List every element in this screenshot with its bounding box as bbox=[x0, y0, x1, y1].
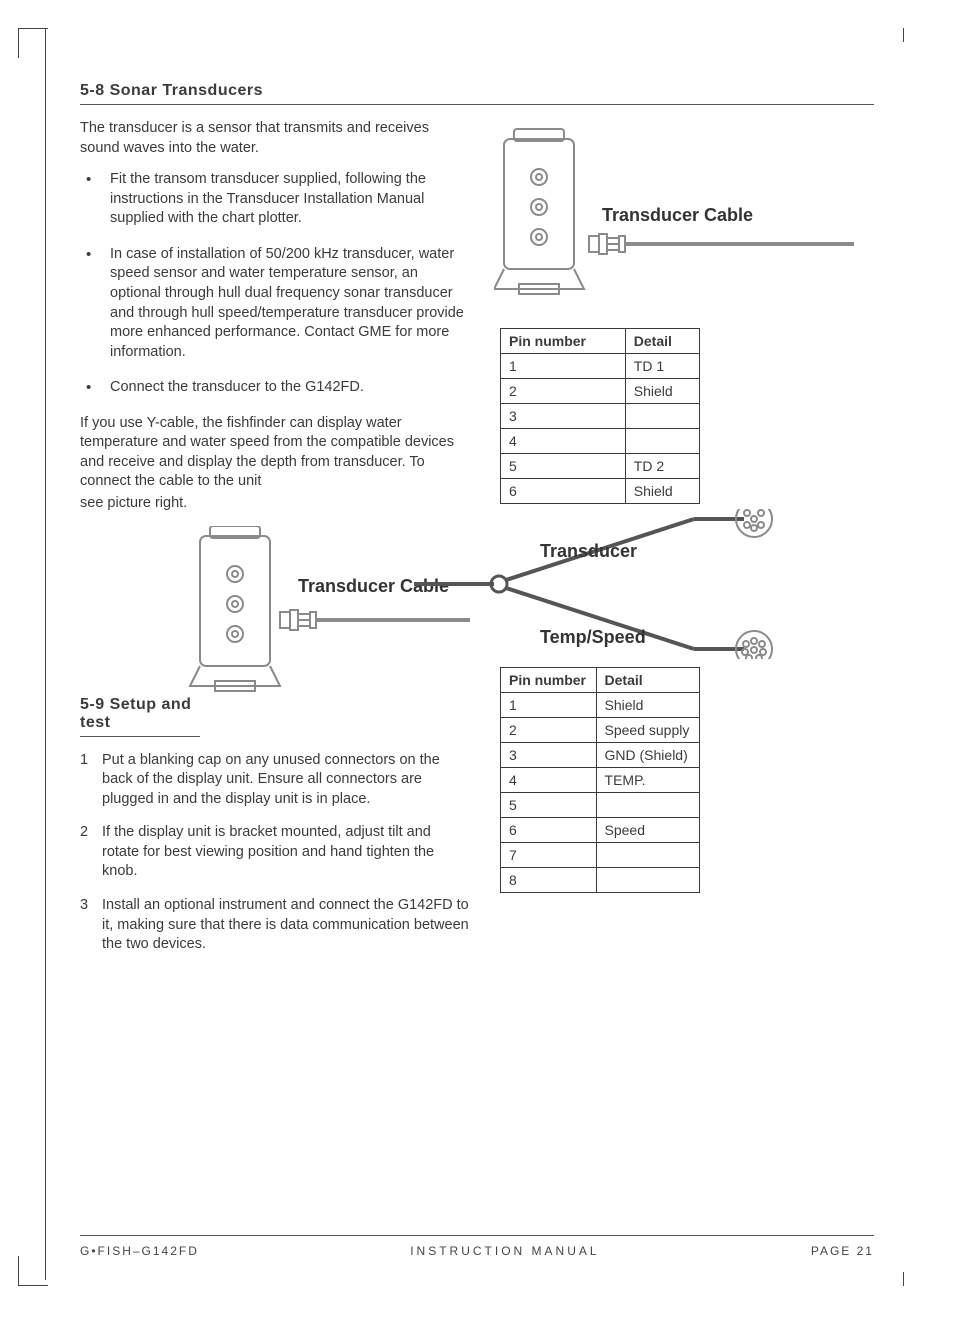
table-cell: 6 bbox=[501, 818, 597, 843]
table-cell: 1 bbox=[501, 354, 626, 379]
step-item: Put a blanking cap on any unused connect… bbox=[80, 751, 470, 810]
table-row: 7 bbox=[501, 843, 700, 868]
table-row: 4TEMP. bbox=[501, 768, 700, 793]
table-row: 2Shield bbox=[501, 379, 700, 404]
crop-mark bbox=[18, 1256, 48, 1286]
table-header: Detail bbox=[625, 329, 699, 354]
crop-mark bbox=[18, 28, 48, 58]
table-cell: TD 2 bbox=[625, 454, 699, 479]
footer-left: G•FISH–G142FD bbox=[80, 1244, 199, 1258]
bullet-item: In case of installation of 50/200 kHz tr… bbox=[100, 245, 470, 362]
table-row: 5TD 2 bbox=[501, 454, 700, 479]
section-5-8-title: 5-8 Sonar Transducers bbox=[80, 82, 874, 105]
table-header: Detail bbox=[596, 668, 699, 693]
table-cell: TD 1 bbox=[625, 354, 699, 379]
table-cell: 4 bbox=[501, 429, 626, 454]
table-header: Pin number bbox=[501, 329, 626, 354]
footer-right: PAGE 21 bbox=[811, 1244, 874, 1258]
step-item: If the display unit is bracket mounted, … bbox=[80, 823, 470, 882]
table-header: Pin number bbox=[501, 668, 597, 693]
table-cell: 1 bbox=[501, 693, 597, 718]
table-cell: TEMP. bbox=[596, 768, 699, 793]
transducer-cable-label-2: Transducer Cable bbox=[602, 205, 753, 226]
table-cell: 2 bbox=[501, 718, 597, 743]
table-cell: 4 bbox=[501, 768, 597, 793]
table-cell: Shield bbox=[625, 479, 699, 504]
transducer-pin-table: Pin number Detail 1TD 12Shield345TD 26Sh… bbox=[500, 328, 700, 504]
table-cell bbox=[596, 868, 699, 893]
table-row: 6Speed bbox=[501, 818, 700, 843]
step-item: Install an optional instrument and conne… bbox=[80, 896, 470, 955]
table-cell: Shield bbox=[625, 379, 699, 404]
table-cell: GND (Shield) bbox=[596, 743, 699, 768]
table-cell: 7 bbox=[501, 843, 597, 868]
table-row: 8 bbox=[501, 868, 700, 893]
table-row: 2Speed supply bbox=[501, 718, 700, 743]
bullet-list: Fit the transom transducer supplied, fol… bbox=[80, 170, 470, 398]
table-cell: Speed bbox=[596, 818, 699, 843]
table-cell: 3 bbox=[501, 743, 597, 768]
table-row: 6Shield bbox=[501, 479, 700, 504]
table-cell: 5 bbox=[501, 793, 597, 818]
temp-speed-label: Temp/Speed bbox=[540, 627, 646, 648]
table-cell: 5 bbox=[501, 454, 626, 479]
page-footer: G•FISH–G142FD INSTRUCTION MANUAL PAGE 21 bbox=[80, 1235, 874, 1258]
crop-mark bbox=[903, 1272, 904, 1286]
table-cell: Speed supply bbox=[596, 718, 699, 743]
paragraph: see picture right. bbox=[80, 494, 470, 514]
bullet-item: Connect the transducer to the G142FD. bbox=[100, 378, 470, 398]
crop-mark bbox=[903, 28, 904, 42]
table-cell: 2 bbox=[501, 379, 626, 404]
table-row: 4 bbox=[501, 429, 700, 454]
paragraph: If you use Y-cable, the fishfinder can d… bbox=[80, 414, 470, 492]
table-row: 1Shield bbox=[501, 693, 700, 718]
steps-list: Put a blanking cap on any unused connect… bbox=[80, 751, 470, 955]
table-row: 3GND (Shield) bbox=[501, 743, 700, 768]
bullet-item: Fit the transom transducer supplied, fol… bbox=[100, 170, 470, 229]
table-cell: Shield bbox=[596, 693, 699, 718]
table-row: 3 bbox=[501, 404, 700, 429]
footer-mid: INSTRUCTION MANUAL bbox=[410, 1244, 599, 1258]
crop-mark bbox=[45, 28, 46, 1280]
tempspeed-pin-table: Pin number Detail 1Shield2Speed supply3G… bbox=[500, 667, 700, 893]
table-cell: 3 bbox=[501, 404, 626, 429]
transducer-label: Transducer bbox=[540, 541, 637, 562]
table-row: 5 bbox=[501, 793, 700, 818]
device-diagram-left bbox=[80, 526, 470, 706]
table-cell: 8 bbox=[501, 868, 597, 893]
table-cell bbox=[625, 404, 699, 429]
table-cell bbox=[596, 843, 699, 868]
table-row: 1TD 1 bbox=[501, 354, 700, 379]
table-cell: 6 bbox=[501, 479, 626, 504]
intro-text: The transducer is a sensor that transmit… bbox=[80, 119, 470, 158]
table-cell bbox=[625, 429, 699, 454]
table-cell bbox=[596, 793, 699, 818]
